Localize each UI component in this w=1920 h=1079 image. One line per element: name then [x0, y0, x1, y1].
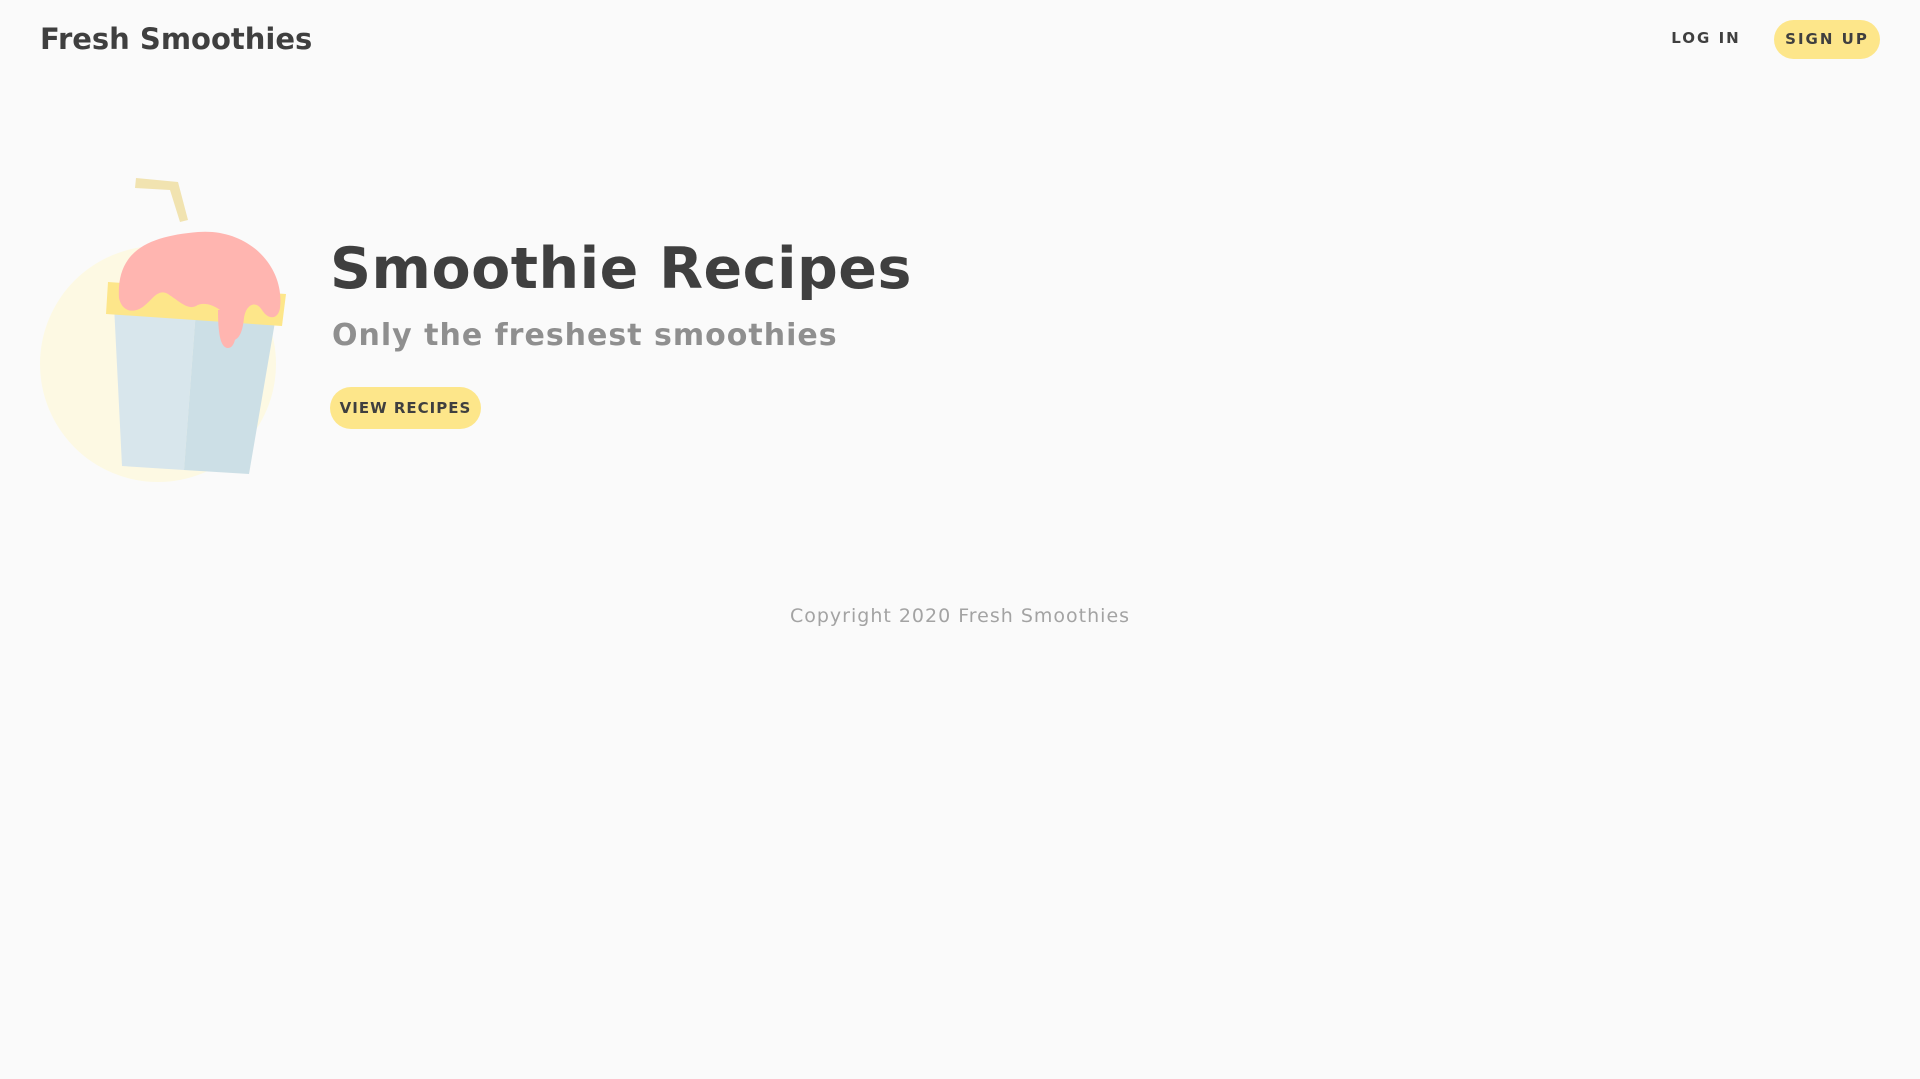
login-button[interactable]: LOG IN — [1655, 18, 1757, 58]
page-title: Smoothie Recipes — [330, 236, 912, 302]
footer-copyright: Copyright 2020 Fresh Smoothies — [789, 605, 1131, 627]
view-recipes-button[interactable]: VIEW RECIPES — [330, 387, 481, 429]
top-nav: Fresh Smoothies LOG IN SIGN UP — [0, 0, 1920, 82]
smoothie-cup-icon — [40, 170, 300, 490]
page-subtitle: Only the freshest smoothies — [332, 318, 838, 353]
signup-button[interactable]: SIGN UP — [1774, 20, 1880, 59]
brand-logo[interactable]: Fresh Smoothies — [40, 22, 312, 56]
